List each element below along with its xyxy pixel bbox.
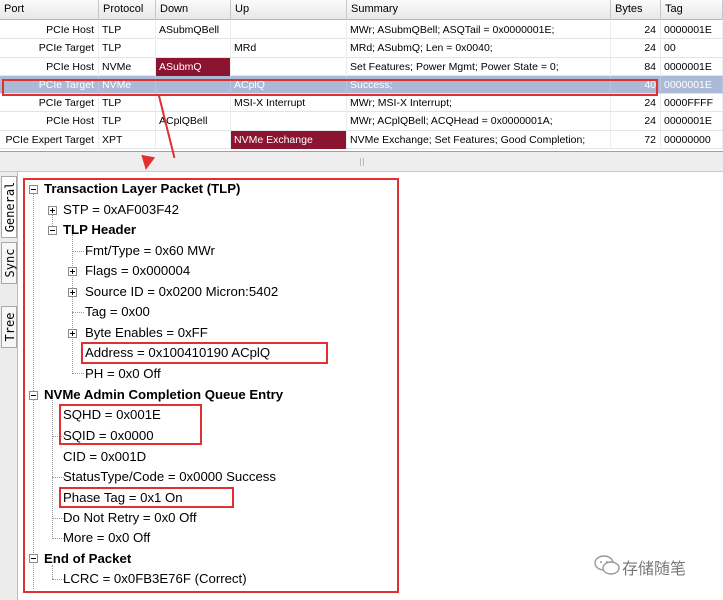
- cell-protocol: TLP: [99, 39, 156, 58]
- selected-row-highlight-box: [2, 79, 658, 96]
- column-header-summary[interactable]: Summary: [347, 0, 611, 20]
- column-header-down[interactable]: Down: [156, 0, 231, 20]
- cell-tag: 0000001E: [661, 112, 723, 131]
- expand-icon[interactable]: [68, 288, 77, 297]
- side-tab-strip: General Sync Tree: [0, 172, 18, 600]
- cell-down: [156, 39, 231, 58]
- cell-up: MSI-X Interrupt: [231, 94, 347, 113]
- cell-up: NVMe Exchange: [231, 130, 347, 149]
- collapse-icon[interactable]: [29, 554, 38, 563]
- cell-summary: MWr; ASubmQBell; ASQTail = 0x0000001E;: [347, 21, 611, 39]
- tree-node-status[interactable]: StatusType/Code = 0x0000 Success: [63, 468, 276, 486]
- column-header-bytes[interactable]: Bytes: [611, 0, 661, 20]
- cell-port: PCIe Target: [0, 39, 99, 58]
- watermark-text: 存储随笔: [622, 559, 687, 578]
- tree-node-lcrc[interactable]: LCRC = 0x0FB3E76F (Correct): [63, 570, 247, 588]
- collapse-icon[interactable]: [29, 185, 38, 194]
- decode-tree: Transaction Layer Packet (TLP) STP = 0xA…: [19, 172, 723, 600]
- tree-node-end-of-packet[interactable]: End of Packet: [44, 550, 131, 568]
- cell-summary: MWr; MSI-X Interrupt;: [347, 94, 611, 113]
- cell-port: PCIe Target: [0, 94, 99, 113]
- cell-tag: 0000FFFF: [661, 94, 723, 113]
- grid-header: Port Protocol Down Up Summary Bytes Tag: [0, 0, 723, 20]
- column-header-up[interactable]: Up: [231, 0, 347, 20]
- expand-icon[interactable]: [68, 267, 77, 276]
- cell-protocol: TLP: [99, 112, 156, 131]
- tree-node-stp[interactable]: STP = 0xAF003F42: [63, 201, 179, 219]
- table-row[interactable]: PCIe Target TLP MRd MRd; ASubmQ; Len = 0…: [0, 39, 723, 58]
- tab-sync[interactable]: Sync: [1, 242, 17, 284]
- cell-up: [231, 112, 347, 131]
- cell-up: [231, 21, 347, 39]
- cell-bytes: 24: [611, 21, 661, 39]
- tree-node-more[interactable]: More = 0x0 Off: [63, 529, 150, 547]
- expand-icon[interactable]: [48, 206, 57, 215]
- tree-node-tag[interactable]: Tag = 0x00: [85, 303, 150, 321]
- tree-node-ph[interactable]: PH = 0x0 Off: [85, 365, 161, 383]
- cell-bytes: 24: [611, 94, 661, 113]
- table-row[interactable]: PCIe Host TLP ASubmQBell MWr; ASubmQBell…: [0, 21, 723, 40]
- column-header-protocol[interactable]: Protocol: [99, 0, 156, 20]
- table-row[interactable]: PCIe Host NVMe ASubmQ Set Features; Powe…: [0, 57, 723, 76]
- collapse-icon[interactable]: [29, 391, 38, 400]
- phase-tag-highlight-box: [59, 487, 234, 508]
- cell-bytes: 24: [611, 39, 661, 58]
- cell-port: PCIe Host: [0, 112, 99, 131]
- collapse-icon[interactable]: [48, 226, 57, 235]
- cell-up: [231, 57, 347, 76]
- address-highlight-box: [81, 342, 328, 364]
- column-header-tag[interactable]: Tag: [661, 0, 723, 20]
- pane-splitter[interactable]: [0, 152, 723, 172]
- cell-port: PCIe Host: [0, 21, 99, 39]
- callout-arrow-head: [138, 154, 156, 172]
- column-header-port[interactable]: Port: [0, 0, 99, 20]
- cell-bytes: 84: [611, 57, 661, 76]
- cell-protocol: TLP: [99, 94, 156, 113]
- expand-icon[interactable]: [68, 329, 77, 338]
- tab-general[interactable]: General: [1, 176, 17, 238]
- cell-summary: NVMe Exchange; Set Features; Good Comple…: [347, 130, 611, 149]
- cell-down: ASubmQ: [156, 57, 231, 76]
- wechat-logo-icon: [594, 555, 620, 575]
- tree-node-tlp[interactable]: Transaction Layer Packet (TLP): [44, 180, 240, 198]
- cell-tag: 00000000: [661, 130, 723, 149]
- tree-node-tlp-header[interactable]: TLP Header: [63, 221, 136, 239]
- cell-up: MRd: [231, 39, 347, 58]
- table-row[interactable]: PCIe Expert Target XPT NVMe Exchange NVM…: [0, 130, 723, 150]
- cell-protocol: XPT: [99, 130, 156, 149]
- cell-bytes: 72: [611, 130, 661, 149]
- cell-tag: 0000001E: [661, 75, 723, 94]
- watermark: 存储随笔: [560, 550, 720, 580]
- table-row[interactable]: PCIe Target TLP MSI-X Interrupt MWr; MSI…: [0, 94, 723, 113]
- cell-tag: 0000001E: [661, 57, 723, 76]
- cell-summary: Set Features; Power Mgmt; Power State = …: [347, 57, 611, 76]
- cell-summary: MRd; ASubmQ; Len = 0x0040;: [347, 39, 611, 58]
- tree-node-do-not-retry[interactable]: Do Not Retry = 0x0 Off: [63, 509, 197, 527]
- cell-protocol: TLP: [99, 21, 156, 39]
- cell-protocol: NVMe: [99, 57, 156, 76]
- cell-tag: 0000001E: [661, 21, 723, 39]
- tab-tree[interactable]: Tree: [1, 306, 17, 348]
- table-row[interactable]: PCIe Host TLP ACplQBell MWr; ACplQBell; …: [0, 112, 723, 131]
- tree-node-nvme-entry[interactable]: NVMe Admin Completion Queue Entry: [44, 386, 283, 404]
- tree-node-flags[interactable]: Flags = 0x000004: [85, 262, 190, 280]
- cell-bytes: 24: [611, 112, 661, 131]
- cell-tag: 00: [661, 39, 723, 58]
- tree-node-source-id[interactable]: Source ID = 0x0200 Micron:5402: [85, 283, 278, 301]
- tree-node-byte-enables[interactable]: Byte Enables = 0xFF: [85, 324, 208, 342]
- cell-port: PCIe Expert Target: [0, 130, 99, 149]
- cell-port: PCIe Host: [0, 57, 99, 76]
- cell-down: ASubmQBell: [156, 21, 231, 39]
- sqhd-sqid-highlight-box: [59, 404, 202, 445]
- cell-down: [156, 94, 231, 113]
- packet-grid: Port Protocol Down Up Summary Bytes Tag …: [0, 0, 723, 152]
- tree-node-fmt-type[interactable]: Fmt/Type = 0x60 MWr: [85, 242, 215, 260]
- tree-node-cid[interactable]: CID = 0x001D: [63, 448, 146, 466]
- cell-summary: MWr; ACplQBell; ACQHead = 0x0000001A;: [347, 112, 611, 131]
